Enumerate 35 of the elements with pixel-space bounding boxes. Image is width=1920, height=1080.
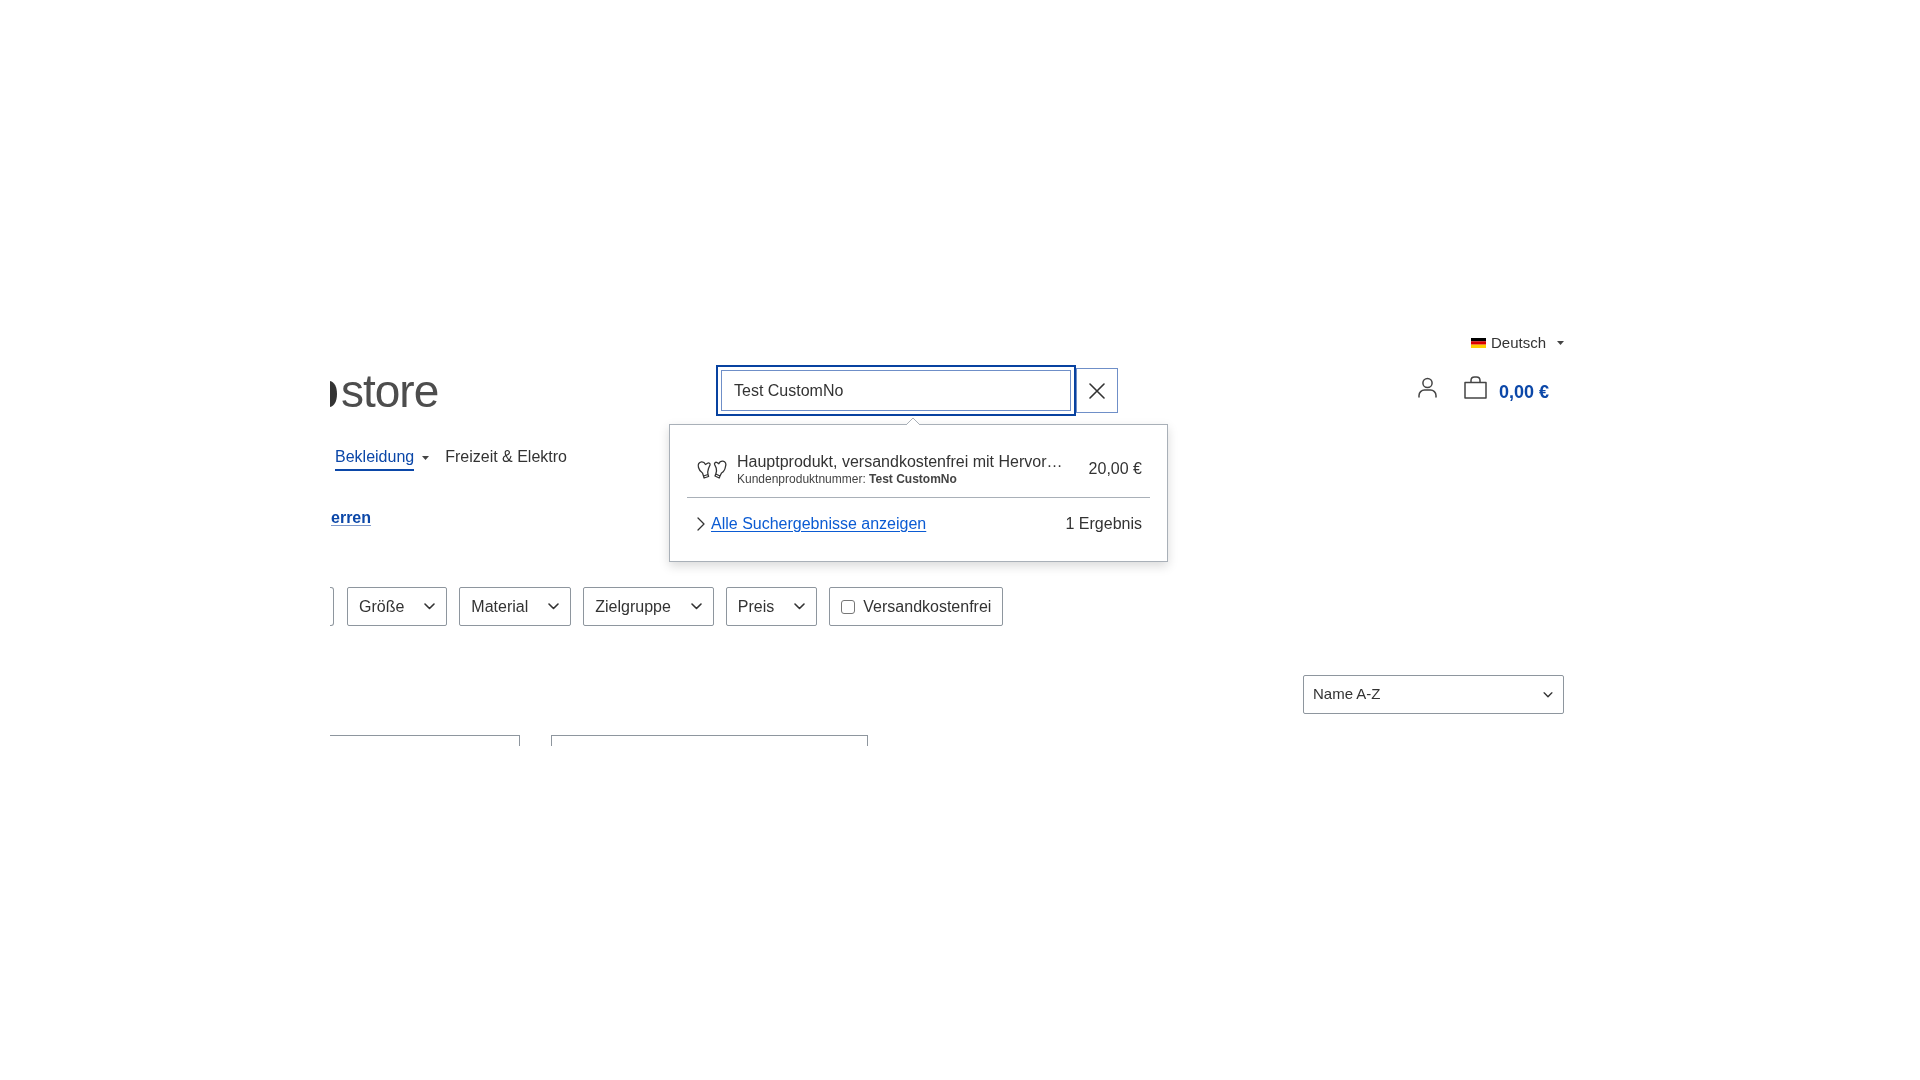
- show-all-results-link[interactable]: Alle Suchergebnisse anzeigen: [711, 514, 927, 534]
- filter-dropdown[interactable]: Größe: [347, 587, 448, 626]
- product-link[interactable]: Hauptprodukt, versandkostenfrei mit Hervor…: [737, 451, 1087, 472]
- nav-tab[interactable]: Freizeit & Elektro: [445, 447, 567, 471]
- chevron-down-icon: [424, 603, 436, 610]
- clear-search-button[interactable]: [1076, 368, 1118, 413]
- product-price: 20,00 €: [1088, 459, 1142, 479]
- nav-tab[interactable]: Bekleidung: [335, 447, 415, 471]
- account-button[interactable]: [1416, 376, 1439, 399]
- filter-dropdown[interactable]: Zielgruppe: [583, 587, 714, 626]
- result-count: 1 Ergebnis: [1065, 514, 1142, 534]
- caret-down-icon: [1557, 341, 1564, 345]
- language-dropdown[interactable]: Deutsch: [1470, 332, 1564, 354]
- chevron-down-icon: [690, 603, 702, 610]
- filter-dropdown[interactable]: Preis: [725, 587, 818, 626]
- user-icon: [1418, 377, 1438, 398]
- shopping-bag-icon: [1463, 376, 1487, 399]
- search-field[interactable]: Test CustomNo: [716, 365, 1076, 416]
- chevron-down-icon: [548, 603, 560, 610]
- chevron-down-icon: [794, 603, 806, 610]
- product-number-text: Kundenproduktnummer: Test CustomNo: [737, 471, 958, 487]
- chevron-right-icon: [697, 517, 705, 531]
- mittens-icon: [696, 459, 728, 479]
- logo-mark-icon: [330, 380, 337, 407]
- close-icon: [1089, 382, 1105, 399]
- logo-text[interactable]: store: [341, 365, 439, 416]
- cart-button[interactable]: 0,00 €: [1463, 375, 1549, 406]
- checkbox[interactable]: [841, 599, 856, 614]
- category-link[interactable]: erren: [331, 508, 372, 528]
- chevron-down-icon: [1543, 691, 1553, 698]
- flag-icon: [1470, 338, 1486, 348]
- filter-dropdown[interactable]: Material: [459, 587, 572, 626]
- checkbox-filter[interactable]: Versandkostenfrei: [829, 587, 1004, 626]
- sort-select[interactable]: Name A-Z: [1303, 675, 1564, 714]
- filter-button-edge[interactable]: [330, 587, 334, 626]
